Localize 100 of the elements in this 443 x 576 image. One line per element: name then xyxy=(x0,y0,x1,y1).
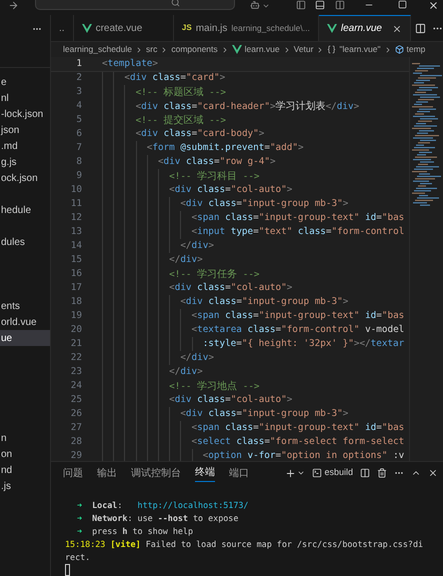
line-number: 9 xyxy=(75,169,82,183)
line-number: 17 xyxy=(70,281,82,295)
code-line: <span class="input-group-text" id="bas xyxy=(192,211,404,225)
file-item[interactable]: json xyxy=(0,122,50,138)
close-icon[interactable] xyxy=(392,24,402,34)
breadcrumb-item[interactable]: learning_schedule xyxy=(63,43,132,56)
line-number: 7 xyxy=(75,141,82,155)
cube-icon xyxy=(394,45,404,54)
line-number: 22 xyxy=(70,351,82,365)
file-item[interactable]: nl xyxy=(0,90,50,106)
file-item[interactable]: hedule xyxy=(0,202,50,218)
file-item[interactable]: on xyxy=(0,446,50,462)
panel-tab[interactable]: 问题 xyxy=(63,464,83,482)
file-item[interactable]: .js xyxy=(0,478,50,494)
line-number: 10 xyxy=(70,183,82,197)
terminal-line: ➜ press h to show help xyxy=(76,525,194,538)
line-number: 15 xyxy=(70,253,82,267)
line-number: 4 xyxy=(75,99,82,113)
line-number: 18 xyxy=(70,295,82,309)
line-number: 20 xyxy=(70,323,82,337)
tab-label: learn.vue xyxy=(340,22,382,36)
line-number: 14 xyxy=(70,239,82,253)
file-item[interactable]: ents xyxy=(0,298,50,314)
breadcrumb-item[interactable]: learn.vue xyxy=(232,43,280,56)
search-icon xyxy=(170,0,180,6)
code-line: <span class="input-group-text" id="bas xyxy=(192,421,404,435)
code-line: <!-- 标题区域 --> xyxy=(136,86,226,100)
vue-logo-icon xyxy=(232,45,242,54)
line-number: 27 xyxy=(70,421,82,435)
file-item[interactable]: ock.json xyxy=(0,170,50,186)
line-number: 3 xyxy=(75,85,82,99)
panel-tab[interactable]: 终端 xyxy=(195,464,215,482)
terminal-cursor xyxy=(65,564,70,576)
file-item[interactable]: nd xyxy=(0,462,50,478)
line-number: 8 xyxy=(75,155,82,169)
split-terminal-icon[interactable] xyxy=(360,468,370,478)
breadcrumb-item[interactable]: Vetur xyxy=(294,43,314,56)
file-item[interactable]: ue xyxy=(0,330,50,346)
sidebar-toggle-icon[interactable] xyxy=(296,0,306,10)
line-number: 6 xyxy=(75,127,82,141)
terminal-line: 15:18:23 [vite] Failed to load source map for /src/css/bootstrap.css?direct. xyxy=(65,538,424,564)
code-line: <div class="card"> xyxy=(124,71,226,85)
line-number: 19 xyxy=(70,309,82,323)
close-icon[interactable] xyxy=(428,0,439,11)
caret-icon[interactable] xyxy=(297,469,306,477)
panel-tab[interactable]: 输出 xyxy=(97,464,117,482)
maximize-icon[interactable] xyxy=(398,0,407,9)
file-item[interactable]: orld.vue xyxy=(0,314,50,330)
panel-tab[interactable]: 调试控制台 xyxy=(131,464,181,482)
terminal-name[interactable]: esbuild xyxy=(324,466,353,480)
line-number: 5 xyxy=(75,113,82,127)
file-item[interactable]: n xyxy=(0,430,50,446)
panel-toggle-icon[interactable] xyxy=(315,0,325,10)
line-number: 25 xyxy=(70,393,82,407)
file-item[interactable]: .md xyxy=(0,138,50,154)
code-line: <!-- 学习科目 --> xyxy=(169,170,260,184)
file-item[interactable]: g.js xyxy=(0,154,50,170)
file-item[interactable]: e xyxy=(0,74,50,90)
close-icon[interactable] xyxy=(428,468,438,478)
tab-label: main.js xyxy=(196,22,228,36)
forward-icon[interactable] xyxy=(8,0,19,11)
tab-description: learning_schedule\... xyxy=(231,22,310,34)
split-editor-icon[interactable] xyxy=(415,22,426,34)
breadcrumb-item[interactable]: temp xyxy=(394,43,426,56)
tab-label: create.vue xyxy=(96,22,142,36)
terminal-line: ➜ Local: http://localhost:5173/ xyxy=(76,499,250,512)
editor-tab[interactable]: learn.vue xyxy=(318,15,411,41)
breadcrumb-item[interactable]: src xyxy=(146,43,158,56)
terminal-line: ➜ Network: use --host to expose xyxy=(76,512,240,525)
code-line: <!-- 学习任务 --> xyxy=(169,268,260,282)
line-number: 2 xyxy=(75,71,82,85)
panel-tab[interactable]: 端口 xyxy=(229,464,249,482)
layout-icon[interactable] xyxy=(335,0,345,10)
robot-icon[interactable] xyxy=(250,0,260,10)
chevron-right-icon xyxy=(135,46,143,54)
line-number: 11 xyxy=(70,197,82,211)
line-number: 16 xyxy=(70,267,82,281)
file-item[interactable]: dules xyxy=(0,234,50,250)
code-line: <form @submit.prevent="add"> xyxy=(146,141,304,155)
code-line: <div class="input-group mb-3"> xyxy=(180,295,348,309)
file-item[interactable]: -lock.json xyxy=(0,106,50,122)
breadcrumb-item[interactable]: "learn.vue" xyxy=(327,43,380,56)
caret-icon[interactable] xyxy=(262,2,270,10)
line-number: 24 xyxy=(70,379,82,393)
editor-tab[interactable]: create.vue xyxy=(74,15,174,41)
code-line: <option v-for="option in options" :v xyxy=(202,449,404,461)
tab-label: .. xyxy=(59,22,65,36)
vue-logo-icon xyxy=(82,24,92,32)
code-line: :style="{ height: '32px' }"></textar xyxy=(202,337,404,351)
line-number: 12 xyxy=(70,211,82,225)
trash-icon[interactable] xyxy=(377,468,387,478)
code-line: <div class="card-body"> xyxy=(136,127,264,141)
code-line: <div class="input-group mb-3"> xyxy=(180,197,348,211)
terminal-icon[interactable] xyxy=(312,468,322,478)
breadcrumb-item[interactable]: components xyxy=(171,43,218,56)
add-icon[interactable] xyxy=(285,468,296,478)
line-number: 1 xyxy=(75,57,82,71)
editor-tab[interactable]: .. xyxy=(51,15,74,41)
line-number: 28 xyxy=(70,435,82,449)
line-number: 13 xyxy=(70,225,82,239)
